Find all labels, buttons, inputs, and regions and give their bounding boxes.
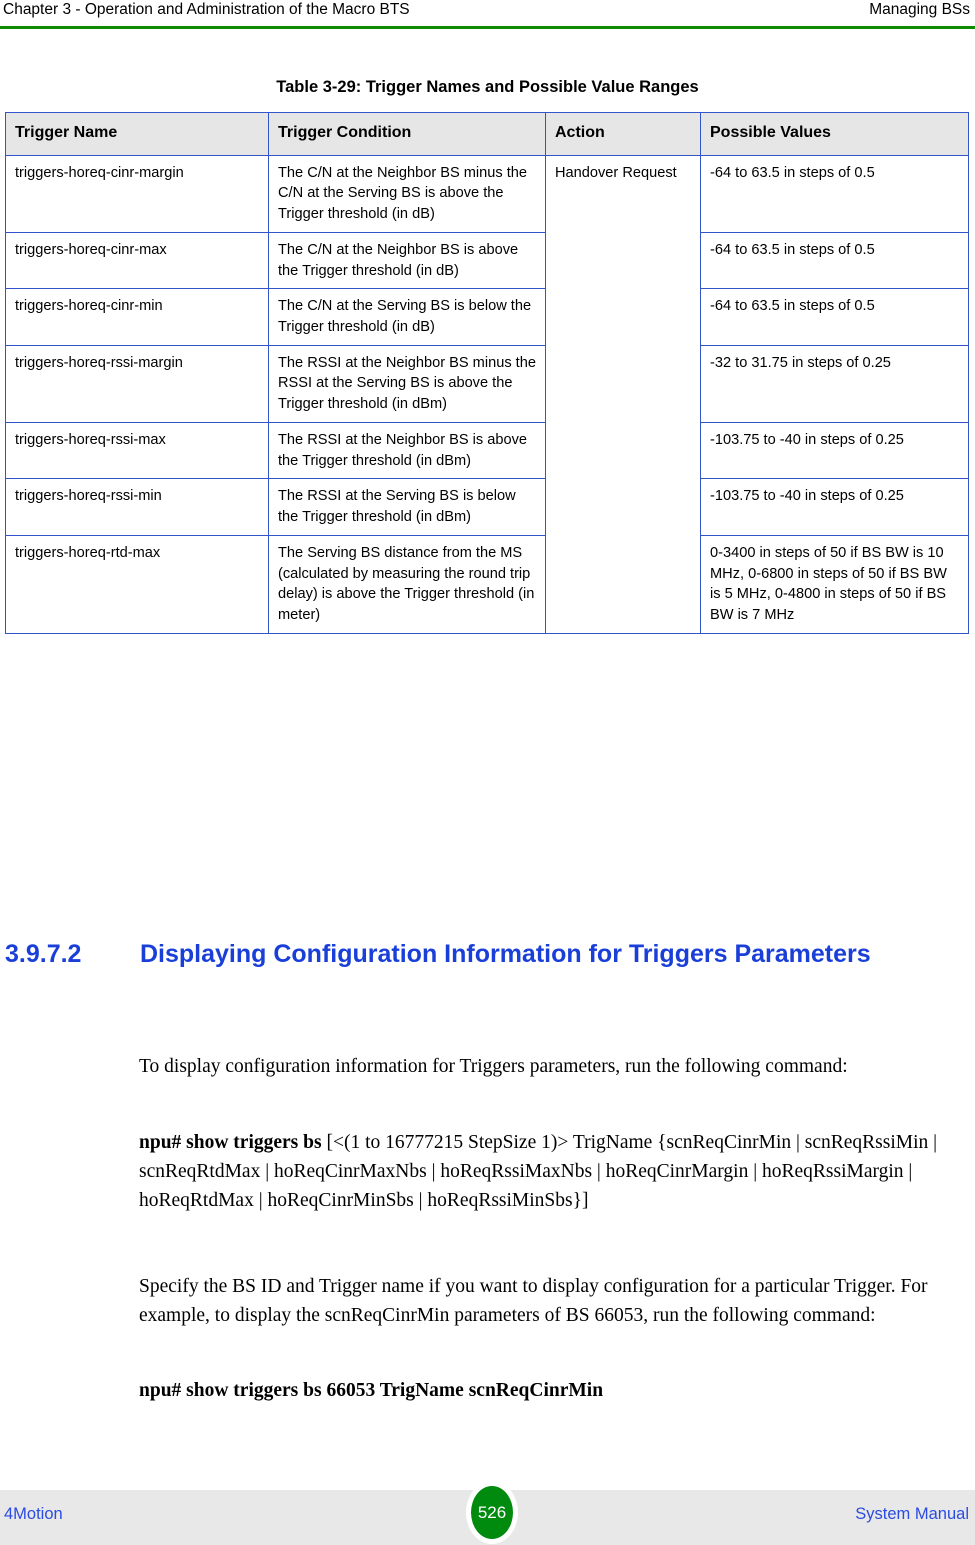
cell-trigger-name: triggers-horeq-rssi-margin <box>5 344 269 423</box>
cell-trigger-name: triggers-horeq-cinr-margin <box>5 154 269 233</box>
cell-trigger-condition: The Serving BS distance from the MS (cal… <box>268 534 546 634</box>
table-row: triggers-horeq-rssi-margin The RSSI at t… <box>5 344 969 423</box>
footer-product-name: 4Motion <box>4 1505 63 1523</box>
cell-trigger-condition: The C/N at the Neighbor BS is above the … <box>268 231 546 290</box>
header-chapter-title: Chapter 3 - Operation and Administration… <box>3 1 410 18</box>
table-row: triggers-horeq-rssi-min The RSSI at the … <box>5 478 969 536</box>
trigger-names-table: Trigger Name Trigger Condition Action Po… <box>5 112 969 634</box>
cell-trigger-name: triggers-horeq-rssi-min <box>5 478 269 536</box>
command-example: npu# show triggers bs 66053 TrigName scn… <box>139 1379 604 1401</box>
cell-possible-values: -103.75 to -40 in steps of 0.25 <box>700 421 969 480</box>
table-row: triggers-horeq-rtd-max The Serving BS di… <box>5 534 969 634</box>
table-row: triggers-horeq-rssi-max The RSSI at the … <box>5 421 969 480</box>
cell-trigger-condition: The C/N at the Neighbor BS minus the C/N… <box>268 154 546 233</box>
column-header-possible-values: Possible Values <box>700 112 969 156</box>
cell-possible-values: -32 to 31.75 in steps of 0.25 <box>700 344 969 423</box>
page-number-badge: 526 <box>466 1481 518 1544</box>
page-footer: 4Motion 526 System Manual <box>0 1481 975 1545</box>
table-row: triggers-horeq-cinr-margin The C/N at th… <box>5 154 969 634</box>
cell-trigger-condition: The RSSI at the Neighbor BS minus the RS… <box>268 344 546 423</box>
table-caption: Table 3-29: Trigger Names and Possible V… <box>276 78 699 96</box>
intro-paragraph: To display configuration information for… <box>139 1055 848 1077</box>
command-syntax-block: npu# show triggers bs [<(1 to 16777215 S… <box>139 1128 969 1216</box>
cell-possible-values: 0-3400 in steps of 50 if BS BW is 10 MHz… <box>700 534 969 634</box>
table-header-row: Trigger Name Trigger Condition Action Po… <box>5 112 969 156</box>
example-paragraph: Specify the BS ID and Trigger name if yo… <box>139 1275 928 1326</box>
cell-possible-values: -64 to 63.5 in steps of 0.5 <box>700 154 969 233</box>
column-header-action: Action <box>545 112 701 156</box>
header-rule <box>0 26 975 29</box>
table-row: triggers-horeq-cinr-max The C/N at the N… <box>5 231 969 290</box>
table-row: triggers-horeq-cinr-min The C/N at the S… <box>5 288 969 346</box>
cell-possible-values: -64 to 63.5 in steps of 0.5 <box>700 231 969 290</box>
cell-trigger-name: triggers-horeq-cinr-min <box>5 288 269 346</box>
cell-trigger-name: triggers-horeq-rtd-max <box>5 534 269 634</box>
cell-possible-values: -64 to 63.5 in steps of 0.5 <box>700 288 969 346</box>
cell-trigger-condition: The RSSI at the Serving BS is below the … <box>268 478 546 536</box>
section-number: 3.9.7.2 <box>5 940 82 968</box>
cell-trigger-name: triggers-horeq-rssi-max <box>5 421 269 480</box>
cell-possible-values: -103.75 to -40 in steps of 0.25 <box>700 478 969 536</box>
column-header-trigger-name: Trigger Name <box>5 112 269 156</box>
command-syntax-keyword: npu# show triggers bs <box>139 1131 322 1153</box>
section-title: Displaying Configuration Information for… <box>140 940 871 968</box>
footer-document-name: System Manual <box>855 1505 969 1523</box>
column-header-trigger-condition: Trigger Condition <box>268 112 546 156</box>
cell-trigger-condition: The C/N at the Serving BS is below the T… <box>268 288 546 346</box>
cell-trigger-name: triggers-horeq-cinr-max <box>5 231 269 290</box>
header-section-title: Managing BSs <box>869 1 970 18</box>
page-header: Chapter 3 - Operation and Administration… <box>0 0 975 30</box>
cell-action: Handover Request <box>545 154 701 634</box>
section-heading: 3.9.7.2 Displaying Configuration Informa… <box>5 938 970 971</box>
cell-trigger-condition: The RSSI at the Neighbor BS is above the… <box>268 421 546 480</box>
